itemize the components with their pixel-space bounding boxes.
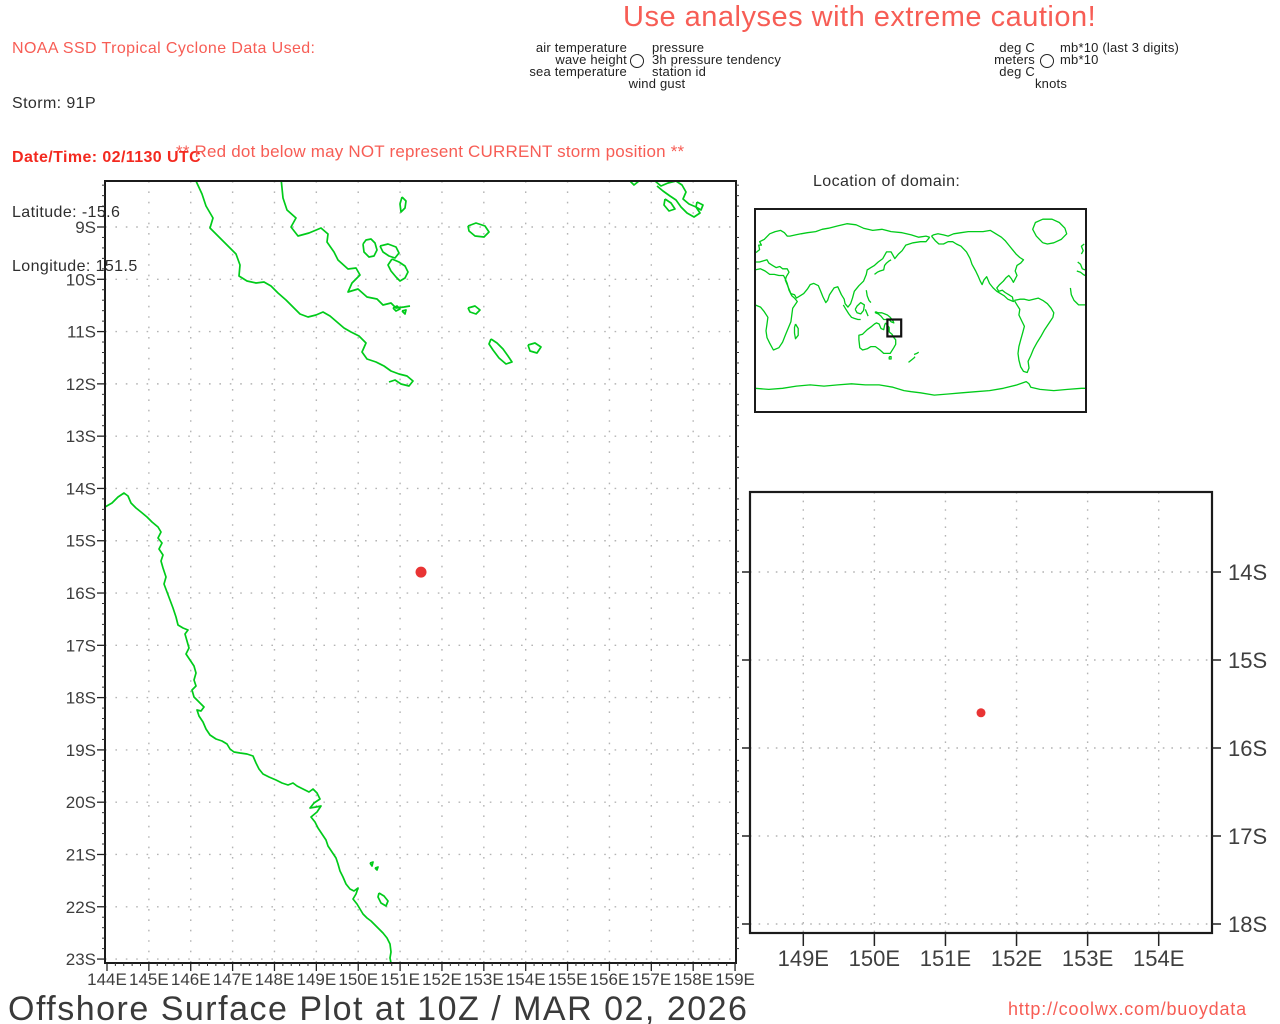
x-tick-label: 152E bbox=[991, 946, 1042, 971]
main-map-ticks bbox=[97, 226, 736, 971]
x-tick-label: 153E bbox=[464, 970, 504, 989]
y-tick-label: 19S bbox=[66, 741, 96, 760]
world-inset-frame bbox=[754, 208, 1087, 413]
y-tick-label: 14S bbox=[66, 479, 96, 498]
y-tick-label: 15S bbox=[66, 532, 96, 551]
zoom-map-ticks bbox=[742, 571, 1221, 946]
y-tick-label: 17S bbox=[1228, 824, 1267, 849]
x-tick-label: 152E bbox=[422, 970, 462, 989]
world-coastlines bbox=[754, 218, 1086, 396]
x-tick-label: 149E bbox=[296, 970, 336, 989]
x-tick-label: 151E bbox=[920, 946, 971, 971]
plot-title: Offshore Surface Plot at 10Z / MAR 02, 2… bbox=[8, 990, 749, 1024]
y-tick-label: 16S bbox=[66, 584, 96, 603]
y-tick-label: 11S bbox=[67, 323, 96, 342]
world-inset-map bbox=[754, 208, 1087, 413]
x-tick-label: 151E bbox=[380, 970, 420, 989]
main-map: 144E 145E 146E 147E 148E 149E 150E 151E 152E 153E… bbox=[66, 180, 755, 989]
y-tick-label: 18S bbox=[1228, 912, 1267, 937]
buoy-plot-page: NOAA SSD Tropical Cyclone Data Used: Sto… bbox=[0, 0, 1280, 1024]
x-tick-label: 149E bbox=[778, 946, 829, 971]
coastline-queensland-png bbox=[105, 181, 704, 963]
y-tick-label: 21S bbox=[66, 845, 96, 864]
x-tick-label: 150E bbox=[338, 970, 378, 989]
y-tick-label: 20S bbox=[66, 793, 96, 812]
x-tick-label: 145E bbox=[129, 970, 169, 989]
source-url[interactable]: http://coolwx.com/buoydata bbox=[1008, 999, 1247, 1020]
y-tick-label: 10S bbox=[66, 270, 96, 289]
y-tick-label: 16S bbox=[1228, 736, 1267, 761]
y-tick-label: 23S bbox=[66, 950, 96, 969]
y-tick-label: 17S bbox=[66, 636, 96, 655]
y-tick-label: 18S bbox=[66, 689, 96, 708]
y-tick-label: 22S bbox=[66, 898, 96, 917]
zoom-map: 149E 150E 151E 152E 153E 154E 14S 15S 16S 17S 18S bbox=[742, 490, 1267, 971]
x-tick-label: 147E bbox=[213, 970, 253, 989]
x-tick-label: 154E bbox=[1133, 946, 1184, 971]
storm-position-dot bbox=[415, 566, 427, 578]
x-tick-label: 158E bbox=[673, 970, 713, 989]
y-tick-label: 14S bbox=[1228, 560, 1267, 585]
storm-position-dot bbox=[976, 708, 986, 718]
plot-canvas: 144E 145E 146E 147E 148E 149E 150E 151E 152E 153E… bbox=[66, 180, 1267, 989]
y-tick-label: 12S bbox=[66, 375, 96, 394]
x-tick-label: 156E bbox=[590, 970, 630, 989]
x-tick-label: 155E bbox=[548, 970, 588, 989]
y-tick-label: 15S bbox=[1228, 648, 1267, 673]
y-tick-label: 13S bbox=[66, 427, 96, 446]
x-tick-label: 144E bbox=[87, 970, 127, 989]
x-tick-label: 157E bbox=[631, 970, 671, 989]
x-tick-label: 159E bbox=[715, 970, 755, 989]
x-tick-label: 146E bbox=[171, 970, 211, 989]
x-tick-label: 153E bbox=[1062, 946, 1113, 971]
y-tick-label: 9S bbox=[75, 218, 96, 237]
x-tick-label: 148E bbox=[255, 970, 295, 989]
x-tick-label: 154E bbox=[506, 970, 546, 989]
x-tick-label: 150E bbox=[849, 946, 900, 971]
